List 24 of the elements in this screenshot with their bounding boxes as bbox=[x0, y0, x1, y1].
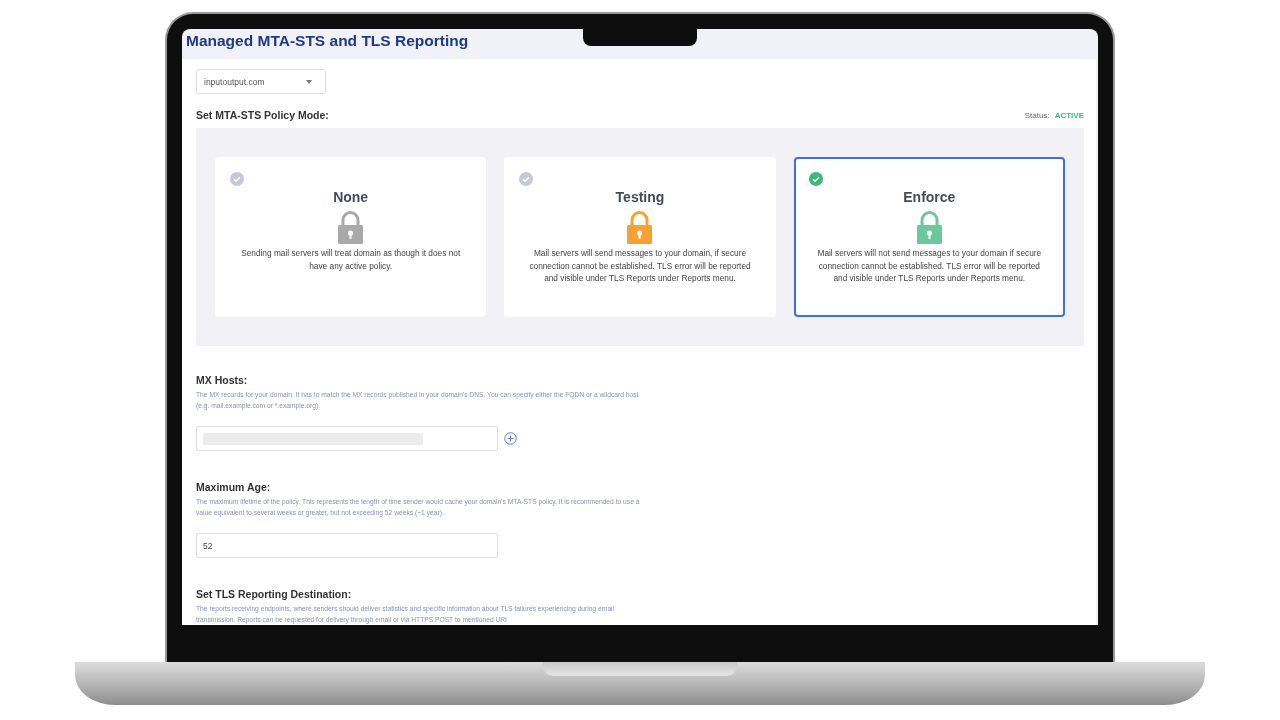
card-description: Mail servers will not send messages to your domain if secure connection cannot be established. TLS error will be reported and visible under TLS Reports under Reports menu. bbox=[816, 247, 1043, 285]
status-value: ACTIVE bbox=[1054, 110, 1084, 120]
page-title: Managed MTA-STS and TLS Reporting bbox=[185, 31, 469, 51]
policy-card[interactable]: None Sending mail servers will treat domain as though it does not have any active policy. bbox=[215, 157, 487, 317]
mx-host-field[interactable] bbox=[196, 426, 498, 451]
policy-card[interactable]: Testing Mail servers will send messages to your domain, if secure connection cannot be established. TLS error will be reported and visible under TLS Reports under Reports menu. bbox=[504, 157, 776, 317]
card-title: None bbox=[333, 189, 369, 205]
section-heading: MX Hosts: bbox=[196, 374, 249, 386]
section-heading: Maximum Age: bbox=[196, 481, 272, 493]
domain-dropdown[interactable]: inputoutput.com bbox=[196, 69, 326, 94]
section-heading: Set TLS Reporting Destination: bbox=[196, 588, 353, 600]
check-icon bbox=[808, 172, 823, 186]
status-label: Status: bbox=[1024, 110, 1050, 120]
card-title: Enforce bbox=[903, 189, 956, 205]
check-icon bbox=[230, 172, 244, 186]
card-title: Testing bbox=[615, 189, 665, 205]
policy-card[interactable]: Enforce Mail servers will not send messages to your domain if secure connection cannot be established. TLS error will be reported and visible under TLS Reports under Reports menu. bbox=[793, 157, 1065, 317]
add-icon[interactable] bbox=[504, 432, 517, 445]
check-icon bbox=[519, 172, 534, 186]
maximum-age-field[interactable]: 52 bbox=[196, 533, 498, 558]
card-description: Mail servers will send messages to your domain, if secure connection cannot be established. TLS error will be reported and visible under TLS Reports under Reports menu. bbox=[528, 247, 752, 285]
section-heading: Set MTA-STS Policy Mode: bbox=[196, 109, 329, 121]
card-description: Sending mail servers will treat domain as though it does not have any active policy. bbox=[240, 247, 462, 272]
caret-icon bbox=[306, 79, 312, 84]
